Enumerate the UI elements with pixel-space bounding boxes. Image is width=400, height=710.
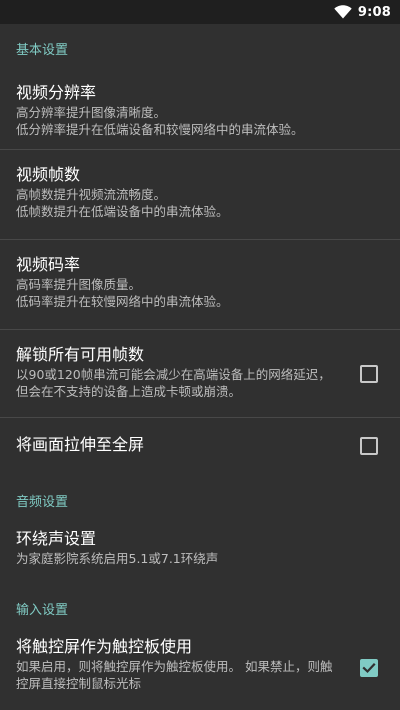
pref-video-resolution[interactable]: 视频分辨率 高分辨率提升图像清晰度。 低分辨率提升在低端设备和较慢网络中的串流体… bbox=[0, 72, 400, 150]
pref-stretch-fullscreen[interactable]: 将画面拉伸至全屏 bbox=[0, 418, 400, 474]
touchpad-checkbox[interactable] bbox=[360, 659, 378, 677]
pref-video-framerate[interactable]: 视频帧数 高帧数提升视频流流畅度。 低帧数提升在低端设备中的串流体验。 bbox=[0, 150, 400, 240]
status-time: 9:08 bbox=[357, 4, 391, 20]
pref-summary: 为家庭影院系统启用5.1或7.1环绕声 bbox=[16, 551, 219, 566]
stretch-fullscreen-checkbox[interactable] bbox=[360, 437, 378, 455]
unlock-fps-checkbox[interactable] bbox=[360, 364, 378, 383]
pref-summary: 高帧数提升视频流流畅度。 低帧数提升在低端设备中的串流体验。 bbox=[16, 187, 229, 219]
pref-summary: 高码率提升图像质量。 低码率提升在较慢网络中的串流体验。 bbox=[16, 277, 229, 309]
pref-summary: 以90或120帧串流可能会减少在高端设备上的网络延迟，但会在不支持的设备上造成卡… bbox=[16, 367, 331, 399]
pref-title: 环绕声设置 bbox=[16, 529, 97, 548]
pref-title: 视频分辨率 bbox=[16, 83, 97, 102]
pref-title: 将触控屏作为触控板使用 bbox=[16, 637, 193, 656]
category-audio-settings: 音频设置 bbox=[16, 494, 69, 510]
category-input-settings: 输入设置 bbox=[16, 602, 69, 618]
check-icon bbox=[362, 662, 376, 674]
pref-unlock-all-framerates[interactable]: 解锁所有可用帧数 以90或120帧串流可能会减少在高端设备上的网络延迟，但会在不… bbox=[0, 330, 400, 418]
pref-title: 视频帧数 bbox=[16, 165, 81, 184]
status-bar: 9:08 bbox=[0, 0, 400, 24]
pref-video-bitrate[interactable]: 视频码率 高码率提升图像质量。 低码率提升在较慢网络中的串流体验。 bbox=[0, 240, 400, 330]
pref-touchscreen-as-trackpad[interactable]: 将触控屏作为触控板使用 如果启用，则将触控屏作为触控板使用。 如果禁止，则触控屏… bbox=[0, 632, 400, 704]
category-basic-settings: 基本设置 bbox=[16, 42, 69, 58]
pref-summary: 高分辨率提升图像清晰度。 低分辨率提升在低端设备和较慢网络中的串流体验。 bbox=[16, 105, 304, 137]
pref-title: 将画面拉伸至全屏 bbox=[16, 435, 145, 454]
pref-surround-sound[interactable]: 环绕声设置 为家庭影院系统启用5.1或7.1环绕声 bbox=[0, 526, 400, 584]
pref-title: 解锁所有可用帧数 bbox=[16, 345, 145, 364]
pref-summary: 如果启用，则将触控屏作为触控板使用。 如果禁止，则触控屏直接控制鼠标光标 bbox=[16, 659, 333, 691]
settings-list: 基本设置 视频分辨率 高分辨率提升图像清晰度。 低分辨率提升在低端设备和较慢网络… bbox=[0, 24, 400, 704]
pref-title: 视频码率 bbox=[16, 255, 81, 274]
wifi-icon bbox=[334, 5, 352, 19]
